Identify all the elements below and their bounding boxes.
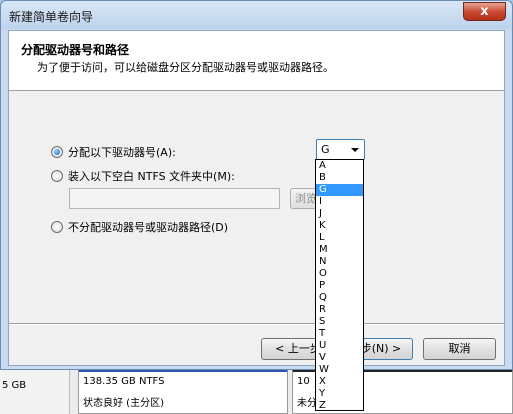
folder-path-input — [69, 188, 280, 209]
drive-letter-option[interactable]: R — [316, 304, 363, 316]
wizard-body: 分配驱动器号和路径 为了便于访问，可以给磁盘分区分配驱动器号或驱动器路径。 分配… — [8, 30, 505, 366]
drive-letter-option[interactable]: L — [316, 232, 363, 244]
drive-letter-option[interactable]: Q — [316, 292, 363, 304]
drive-letter-option[interactable]: N — [316, 256, 363, 268]
drive-letter-option[interactable]: S — [316, 316, 363, 328]
drive-letter-option[interactable]: U — [316, 340, 363, 352]
no-assign-radio[interactable] — [51, 221, 63, 233]
drive-letter-option[interactable]: K — [316, 220, 363, 232]
drive-letter-option[interactable]: O — [316, 268, 363, 280]
partition-size: 138.35 GB NTFS — [83, 376, 165, 387]
disk-size-fragment: 5 GB — [2, 380, 27, 391]
title-bar[interactable]: 新建简单卷向导 x — [1, 1, 512, 29]
close-button[interactable]: x — [463, 2, 506, 21]
partition-block[interactable]: 138.35 GB NTFS 状态良好 (主分区) — [78, 368, 288, 414]
drive-letter-option[interactable]: I — [316, 196, 363, 208]
close-icon: x — [480, 4, 489, 19]
drive-letter-option[interactable]: X — [316, 376, 363, 388]
no-assign-label: 不分配驱动器号或驱动器路径(D) — [68, 221, 229, 234]
partition-status: 状态良好 (主分区) — [83, 398, 164, 409]
assign-letter-radio[interactable] — [51, 146, 63, 158]
unallocated-size: 10 — [297, 376, 310, 387]
no-assign-option[interactable]: 不分配驱动器号或驱动器路径(D) — [51, 219, 228, 235]
drive-letter-option[interactable]: A — [316, 160, 363, 172]
button-divider — [9, 323, 504, 325]
drive-letter-option[interactable]: J — [316, 208, 363, 220]
wizard-header: 分配驱动器号和路径 为了便于访问，可以给磁盘分区分配驱动器号或驱动器路径。 — [9, 31, 504, 91]
watermark: Baidu 经验 — [398, 382, 471, 397]
chevron-down-icon — [351, 148, 359, 152]
drive-letter-option[interactable]: P — [316, 280, 363, 292]
drive-letter-option[interactable]: G — [316, 184, 363, 196]
drive-letter-value: G — [321, 143, 330, 156]
cancel-button[interactable]: 取消 — [423, 338, 496, 360]
disk-info-cell: 5 GB — [0, 368, 70, 414]
drive-letter-option[interactable]: T — [316, 328, 363, 340]
assign-letter-label: 分配以下驱动器号(A): — [68, 146, 176, 159]
assign-letter-option[interactable]: 分配以下驱动器号(A): — [51, 144, 176, 160]
drive-letter-option[interactable]: B — [316, 172, 363, 184]
drive-letter-select[interactable]: G — [316, 139, 365, 160]
drive-letter-option[interactable]: W — [316, 364, 363, 376]
drive-letter-option[interactable]: Z — [316, 400, 363, 410]
drive-letter-dropdown[interactable]: ABGIJKLMNOPQRSTUVWXYZ — [315, 159, 364, 411]
mount-folder-option[interactable]: 装入以下空白 NTFS 文件夹中(M): — [51, 168, 235, 184]
drive-letter-option[interactable]: V — [316, 352, 363, 364]
page-title: 分配驱动器号和路径 — [21, 43, 130, 57]
mount-folder-radio[interactable] — [51, 170, 63, 182]
new-simple-volume-wizard: 新建简单卷向导 x 分配驱动器号和路径 为了便于访问，可以给磁盘分区分配驱动器号… — [0, 0, 513, 370]
mount-folder-label: 装入以下空白 NTFS 文件夹中(M): — [68, 170, 235, 183]
unallocated-label: 未分 — [297, 398, 317, 409]
drive-letter-option[interactable]: M — [316, 244, 363, 256]
window-title: 新建简单卷向导 — [9, 10, 94, 24]
drive-letter-option[interactable]: Y — [316, 388, 363, 400]
page-description: 为了便于访问，可以给磁盘分区分配驱动器号或驱动器路径。 — [37, 61, 334, 74]
